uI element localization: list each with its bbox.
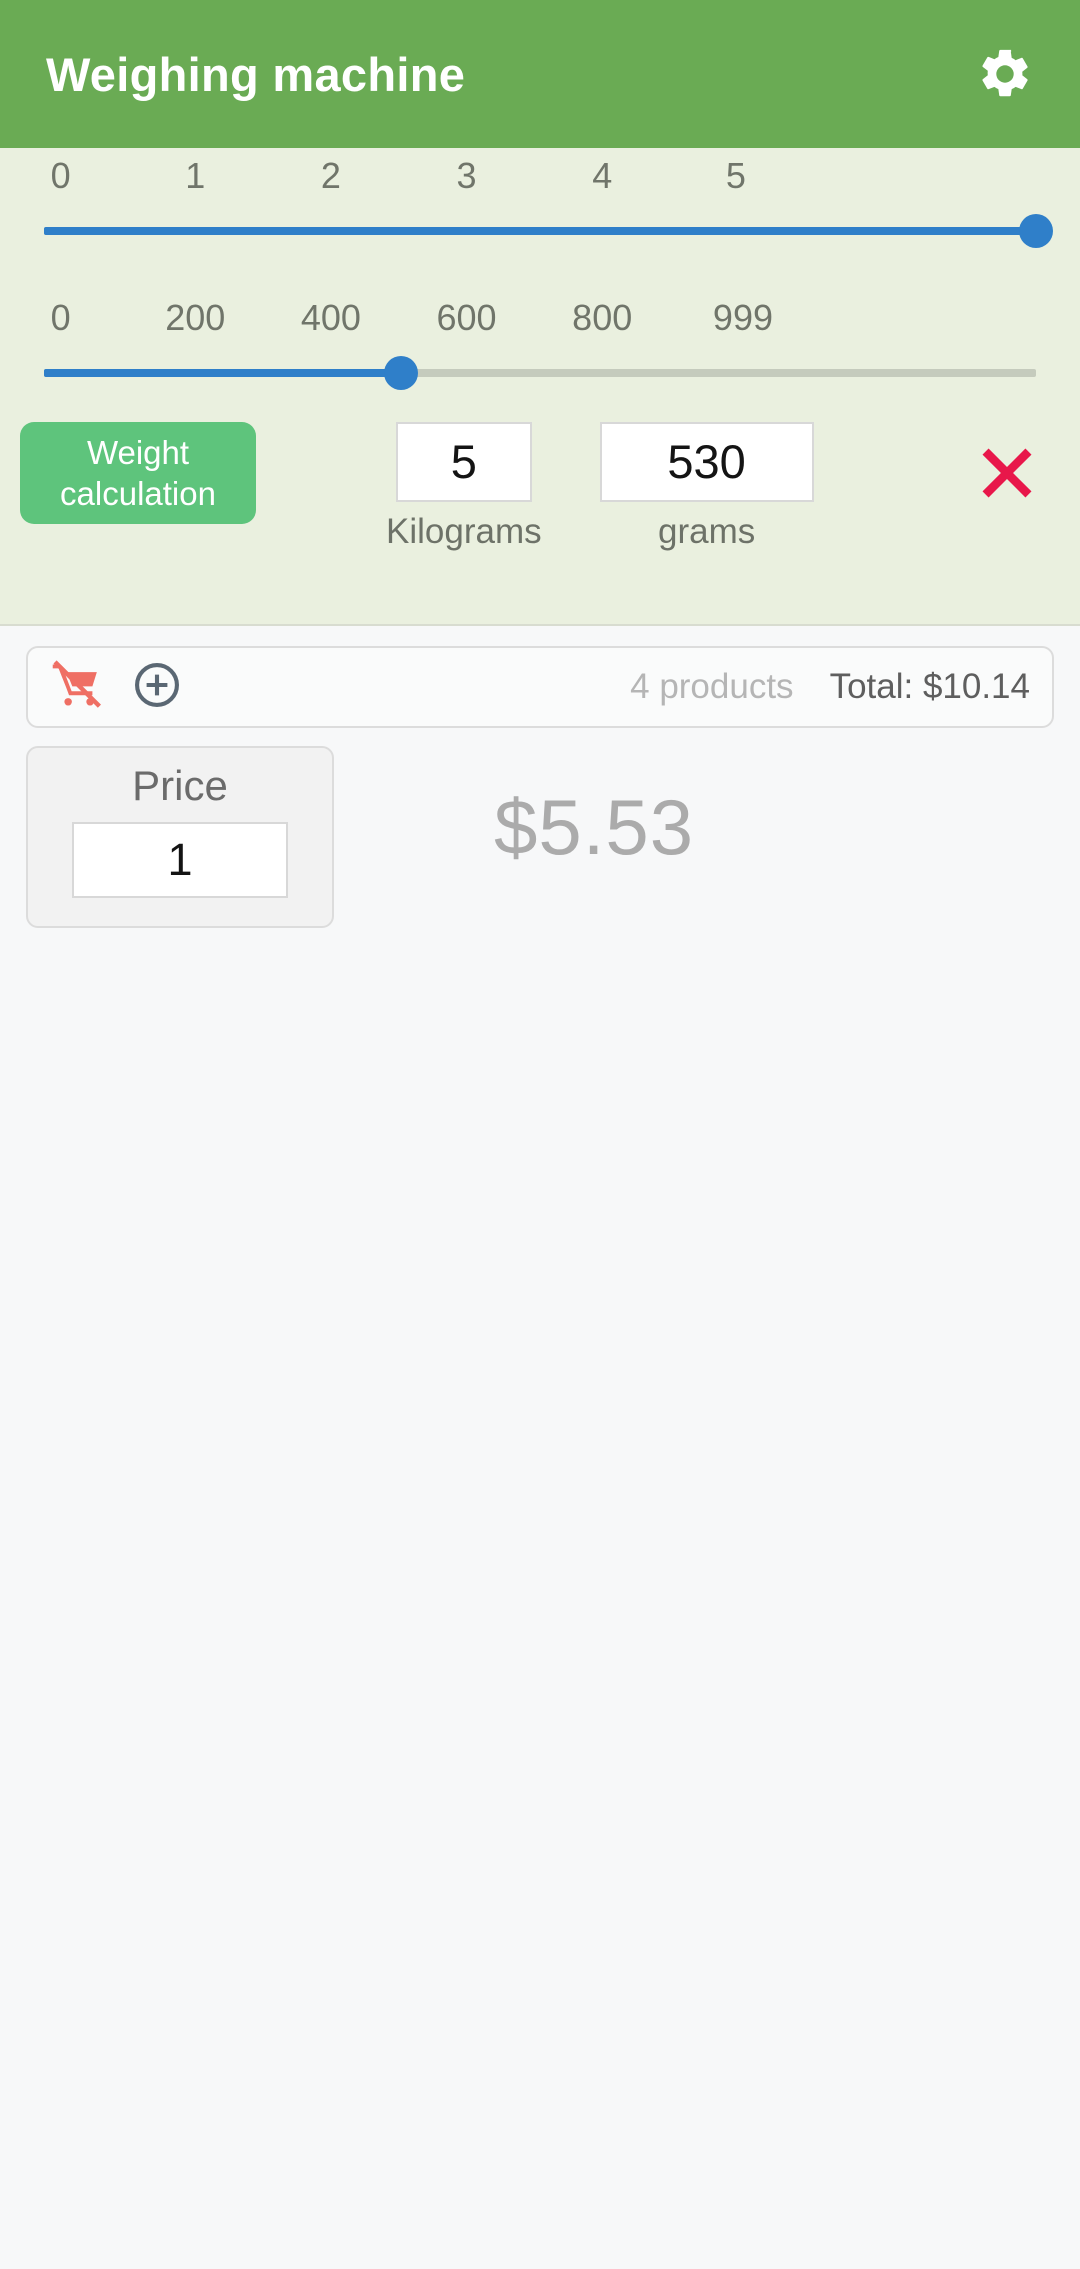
- kilogram-scale: 0 1 2 3 4 5: [30, 148, 1050, 204]
- gram-scale: 0 200 400 600 800 999: [30, 290, 1050, 346]
- kg-tick-1: 1: [185, 155, 206, 196]
- kilograms-field-group: 5 Kilograms: [386, 422, 542, 552]
- grams-field-group: 530 grams: [599, 422, 814, 552]
- price-label: Price: [132, 762, 228, 809]
- weight-calculation-row: Weight calculation 5 Kilograms 530 grams: [0, 400, 1080, 552]
- kg-tick-5: 5: [725, 155, 746, 196]
- kg-tick-4: 4: [592, 155, 613, 196]
- g-tick-400: 400: [300, 297, 361, 338]
- g-tick-999: 999: [712, 297, 774, 338]
- weight-calculation-button[interactable]: Weight calculation: [20, 422, 256, 524]
- kilograms-label: Kilograms: [386, 512, 542, 551]
- clear-cart-button[interactable]: [46, 656, 108, 718]
- page-title: Weighing machine: [46, 47, 466, 101]
- cart-summary-bar: 4 products Total: $10.14: [26, 646, 1054, 728]
- kilograms-input[interactable]: 5: [395, 422, 532, 502]
- cart-off-icon: [49, 657, 105, 718]
- price-row: Price 1 $5.53: [0, 746, 1080, 928]
- gear-icon: [976, 45, 1034, 103]
- g-tick-600: 600: [436, 297, 497, 338]
- weight-calculation-button-line1: Weight: [86, 434, 190, 471]
- clear-weight-button[interactable]: [974, 440, 1040, 506]
- kilogram-slider-fill: [44, 227, 1036, 235]
- weight-input-panel: 0 1 2 3 4 5 0 200 400 600 800 999 Weight…: [0, 148, 1080, 626]
- plus-circle-icon: [131, 659, 183, 716]
- kilogram-slider[interactable]: [44, 204, 1053, 258]
- grams-input[interactable]: 530: [599, 422, 814, 502]
- gram-slider-fill: [44, 369, 402, 377]
- g-tick-200: 200: [165, 297, 226, 338]
- grams-label: grams: [657, 512, 756, 551]
- price-input[interactable]: 1: [72, 822, 288, 898]
- add-product-button[interactable]: [126, 656, 188, 718]
- settings-button[interactable]: [970, 39, 1040, 109]
- price-panel: Price 1: [26, 746, 334, 928]
- computed-price: $5.53: [494, 783, 695, 871]
- kilogram-slider-thumb[interactable]: [1019, 214, 1053, 248]
- kg-tick-3: 3: [456, 155, 477, 196]
- gram-slider[interactable]: [44, 346, 1036, 400]
- cart-total: Total: $10.14: [829, 667, 1030, 706]
- gram-slider-thumb[interactable]: [384, 356, 419, 390]
- kg-tick-2: 2: [320, 155, 341, 196]
- g-tick-800: 800: [572, 297, 633, 338]
- app-header: Weighing machine: [0, 0, 1080, 148]
- cart-product-count: 4 products: [630, 667, 794, 706]
- g-tick-0: 0: [50, 297, 71, 338]
- kg-tick-0: 0: [50, 155, 71, 196]
- weight-calculation-button-line2: calculation: [60, 475, 216, 512]
- red-x-icon: [974, 448, 1040, 510]
